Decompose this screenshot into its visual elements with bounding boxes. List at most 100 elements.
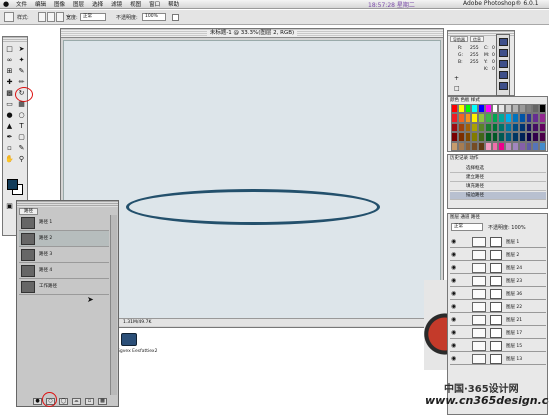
color-swatch[interactable] <box>451 141 458 151</box>
color-swatch[interactable] <box>484 141 492 151</box>
color-swatch[interactable] <box>525 141 533 151</box>
color-swatch[interactable] <box>471 122 479 133</box>
visibility-eye-icon[interactable]: ◉ <box>451 238 457 245</box>
color-swatch[interactable] <box>539 113 546 123</box>
apple-menu-icon[interactable]: ● <box>0 0 12 8</box>
color-swatch[interactable] <box>498 104 506 114</box>
color-swatch[interactable] <box>518 132 526 142</box>
paths-tab-secondary[interactable]: 路径 <box>471 215 480 220</box>
type-tool-icon[interactable]: T <box>16 122 27 131</box>
visibility-eye-icon[interactable]: ◉ <box>451 355 457 362</box>
color-swatch[interactable] <box>484 122 492 133</box>
paths-scrollbar[interactable] <box>110 215 117 395</box>
magic-wand-tool-icon[interactable]: ✦ <box>16 56 27 65</box>
styles-tab[interactable]: 样式 <box>471 98 480 103</box>
color-swatch[interactable] <box>518 122 526 133</box>
color-swatch[interactable] <box>505 141 513 151</box>
layer-row[interactable]: ◉ 图层 36 <box>450 288 546 300</box>
subtract-selection-icon[interactable] <box>56 12 64 22</box>
color-swatch[interactable] <box>478 141 485 151</box>
color-swatch[interactable] <box>464 113 472 123</box>
color-swatch[interactable] <box>512 104 519 114</box>
layer-row[interactable]: ◉ 图层 21 <box>450 314 546 326</box>
antialias-checkbox[interactable] <box>172 14 179 21</box>
color-swatch[interactable] <box>525 113 533 123</box>
visibility-eye-icon[interactable]: ◉ <box>451 277 457 284</box>
color-swatch[interactable] <box>532 132 540 142</box>
color-swatch[interactable] <box>525 104 533 114</box>
crop-tool-icon[interactable]: ⊞ <box>4 67 15 76</box>
palette-button-icon[interactable] <box>499 38 508 46</box>
layer-row[interactable]: ◉ 图层 1 <box>450 236 546 248</box>
color-swatch[interactable] <box>518 104 526 114</box>
visibility-eye-icon[interactable]: ◉ <box>451 290 457 297</box>
color-swatch[interactable] <box>512 122 519 133</box>
visibility-eye-icon[interactable]: ◉ <box>451 342 457 349</box>
color-swatch[interactable] <box>464 122 472 133</box>
history-row[interactable]: 建立路径 <box>450 174 546 182</box>
history-row[interactable]: 选择框选 <box>450 165 546 173</box>
hand-tool-icon[interactable]: ✋ <box>4 155 15 164</box>
visibility-eye-icon[interactable]: ◉ <box>451 329 457 336</box>
color-swatch[interactable] <box>484 104 492 114</box>
desktop-file-name[interactable]: Sgvex Eesfattiex2 <box>117 349 157 354</box>
path-row[interactable]: 工作路径 <box>19 279 109 295</box>
desktop-file-icon[interactable] <box>121 333 137 346</box>
color-swatch[interactable] <box>532 104 540 114</box>
blur-tool-icon[interactable]: ● <box>4 111 15 120</box>
color-swatch[interactable] <box>525 132 533 142</box>
color-swatch[interactable] <box>491 141 499 151</box>
add-selection-icon[interactable] <box>47 12 55 22</box>
notes-tool-icon[interactable]: ▫ <box>4 144 15 153</box>
eyedropper-tool-icon[interactable]: ✎ <box>16 144 27 153</box>
channels-tab[interactable]: 通道 <box>460 215 469 220</box>
color-swatch[interactable] <box>505 104 513 114</box>
path-row[interactable]: 路径 1 <box>19 215 109 231</box>
load-selection-button[interactable]: ◯ <box>59 398 68 405</box>
blend-mode-select[interactable]: 正常 <box>451 223 483 231</box>
color-swatch[interactable] <box>451 113 458 123</box>
dodge-tool-icon[interactable]: ○ <box>16 111 27 120</box>
tool-preset-icon[interactable] <box>4 12 14 22</box>
marquee-tool-icon[interactable]: □ <box>4 45 15 54</box>
opacity-field[interactable]: 100% <box>142 13 166 21</box>
palette-button-icon[interactable] <box>499 49 508 57</box>
menu-window[interactable]: 窗口 <box>145 0 164 8</box>
zoom-tool-icon[interactable]: ⚲ <box>16 155 27 164</box>
color-swatch[interactable] <box>512 141 519 151</box>
layer-row[interactable]: ◉ 图层 13 <box>450 353 546 365</box>
color-swatch[interactable] <box>464 141 472 151</box>
color-swatch[interactable] <box>512 113 519 123</box>
menu-view[interactable]: 视图 <box>126 0 145 8</box>
color-swatch[interactable] <box>498 141 506 151</box>
color-swatch[interactable] <box>539 141 546 151</box>
layer-row[interactable]: ◉ 图层 23 <box>450 275 546 287</box>
color-swatch[interactable] <box>471 113 479 123</box>
color-swatch[interactable] <box>532 141 540 151</box>
slice-tool-icon[interactable]: ✎ <box>16 67 27 76</box>
visibility-eye-icon[interactable]: ◉ <box>451 251 457 258</box>
color-swatch[interactable] <box>525 122 533 133</box>
color-swatch[interactable] <box>484 113 492 123</box>
color-swatch[interactable] <box>505 132 513 142</box>
color-swatch[interactable] <box>464 104 472 114</box>
color-swatch[interactable] <box>539 104 546 114</box>
color-swatch[interactable] <box>539 132 546 142</box>
color-swatch[interactable] <box>498 122 506 133</box>
layer-row[interactable]: ◉ 图层 22 <box>450 301 546 313</box>
color-swatch[interactable] <box>478 132 485 142</box>
brush-tool-icon[interactable]: ✏ <box>16 78 27 87</box>
visibility-eye-icon[interactable]: ◉ <box>451 316 457 323</box>
menu-file[interactable]: 文件 <box>12 0 31 8</box>
menu-edit[interactable]: 编辑 <box>31 0 50 8</box>
color-swatch[interactable] <box>532 122 540 133</box>
color-swatch[interactable] <box>539 122 546 133</box>
menu-select[interactable]: 选择 <box>88 0 107 8</box>
color-swatch[interactable] <box>505 122 513 133</box>
menu-help[interactable]: 帮助 <box>164 0 183 8</box>
color-swatch[interactable] <box>491 132 499 142</box>
visibility-eye-icon[interactable]: ◉ <box>451 264 457 271</box>
visibility-eye-icon[interactable]: ◉ <box>451 303 457 310</box>
color-swatch[interactable] <box>451 104 458 114</box>
layer-row[interactable]: ◉ 图层 2 <box>450 249 546 261</box>
